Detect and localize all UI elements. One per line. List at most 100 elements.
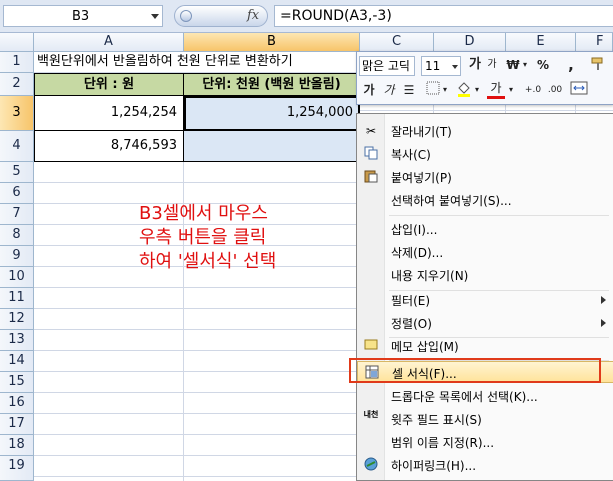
- column-header-b[interactable]: B: [184, 33, 360, 52]
- center-align-icon[interactable]: ☰: [401, 81, 417, 101]
- divider-knob-icon[interactable]: [180, 10, 192, 22]
- menu-item-pick-from-list[interactable]: 드롭다운 목록에서 선택(K)...: [357, 385, 613, 407]
- cell-a4[interactable]: 8,746,593: [34, 131, 184, 162]
- row-header-13[interactable]: 13: [0, 330, 34, 351]
- italic-icon[interactable]: 가: [381, 81, 397, 101]
- menu-item-filter[interactable]: 필터(E): [357, 289, 613, 311]
- menu-item-sort[interactable]: 정렬(O): [357, 312, 613, 334]
- menu-item-label: 하이퍼링크(H)...: [391, 459, 477, 473]
- currency-dropdown-icon[interactable]: ▾: [521, 56, 529, 76]
- menu-item-cut[interactable]: ✂ 잘라내기(T): [357, 120, 613, 142]
- cell-b4[interactable]: [184, 131, 360, 162]
- menu-item-hyperlink[interactable]: 하이퍼링크(H)...: [357, 454, 613, 476]
- format-painter-icon[interactable]: [589, 56, 607, 76]
- phonetic-icon: 내천: [363, 410, 379, 419]
- menu-item-paste-special[interactable]: 선택하여 붙여넣기(S)...: [357, 189, 613, 211]
- column-header-a[interactable]: A: [34, 33, 184, 52]
- instruction-annotation: B3셀에서 마우스 우측 버튼을 클릭 하여 '셀서식' 선택: [139, 202, 276, 274]
- menu-item-label: 내용 지우기(N): [391, 269, 469, 283]
- menu-item-label: 정렬(O): [391, 317, 432, 331]
- highlight-box: [349, 358, 601, 383]
- row-header-7[interactable]: 7: [0, 204, 34, 225]
- hyperlink-icon: [363, 457, 379, 473]
- row-header-5[interactable]: 5: [0, 162, 34, 183]
- merge-center-icon[interactable]: [569, 81, 589, 101]
- cell-b3[interactable]: 1,254,000: [184, 96, 360, 131]
- row-header-18[interactable]: 18: [0, 435, 34, 456]
- menu-item-paste[interactable]: 붙여넣기(P): [357, 166, 613, 188]
- row-header-3[interactable]: 3: [0, 96, 34, 131]
- fill-color-icon[interactable]: [455, 81, 473, 101]
- row-header-17[interactable]: 17: [0, 414, 34, 435]
- menu-item-copy[interactable]: 복사(C): [357, 143, 613, 165]
- cell-a2[interactable]: 단위 : 원: [34, 73, 184, 96]
- row-header-16[interactable]: 16: [0, 393, 34, 414]
- row-header-4[interactable]: 4: [0, 131, 34, 162]
- cell-a1[interactable]: 백원단위에서 반올림하여 천원 단위로 변환하기: [34, 52, 360, 73]
- mini-toolbar: 맑은 고딕 11 가 가 ₩ ▾ % , 가 가 ☰ ▾ ▾ 가 ▾ +.0 .…: [356, 51, 613, 105]
- menu-item-insert-comment[interactable]: 메모 삽입(M): [357, 335, 613, 357]
- row-header-6[interactable]: 6: [0, 183, 34, 204]
- menu-item-label: 삭제(D)...: [391, 246, 444, 260]
- shrink-font-icon[interactable]: 가: [485, 56, 499, 76]
- select-all-corner[interactable]: [0, 33, 34, 52]
- comma-style-icon[interactable]: ,: [563, 56, 579, 76]
- menu-item-label: 복사(C): [391, 148, 431, 162]
- name-box-dropdown-icon[interactable]: [151, 14, 159, 19]
- formula-bar-divider[interactable]: fx: [174, 5, 268, 27]
- row-header-9[interactable]: 9: [0, 246, 34, 267]
- borders-icon[interactable]: [425, 81, 441, 101]
- percent-style-icon[interactable]: %: [535, 56, 551, 76]
- context-menu: ✂ 잘라내기(T) 복사(C) 붙여넣기(P) 선택하여 붙여넣기(S)... …: [356, 113, 613, 481]
- menu-item-insert[interactable]: 삽입(I)...: [357, 218, 613, 240]
- row-header-12[interactable]: 12: [0, 309, 34, 330]
- cell-b2[interactable]: 단위: 천원 (백원 반올림): [184, 73, 360, 96]
- menu-item-label: 잘라내기(T): [391, 125, 452, 139]
- column-header-c[interactable]: C: [360, 33, 434, 52]
- menu-item-label: 필터(E): [391, 294, 431, 308]
- menu-item-show-phonetic[interactable]: 내천 윗주 필드 표시(S): [357, 408, 613, 430]
- insert-function-icon[interactable]: fx: [247, 8, 259, 23]
- formula-input[interactable]: =ROUND(A3,-3): [274, 5, 613, 27]
- menu-separator: [389, 215, 609, 216]
- name-box[interactable]: B3: [3, 5, 163, 27]
- decrease-decimal-icon[interactable]: .00: [545, 81, 565, 101]
- font-name-box[interactable]: 맑은 고딕: [359, 56, 415, 76]
- bold-icon[interactable]: 가: [361, 81, 377, 101]
- column-header-d[interactable]: D: [434, 33, 506, 52]
- submenu-arrow-icon: [601, 296, 606, 304]
- annotation-line-2: 우측 버튼을 클릭: [139, 227, 267, 248]
- menu-item-label: 범위 이름 지정(R)...: [391, 436, 495, 450]
- submenu-arrow-icon: [601, 319, 606, 327]
- row-header-8[interactable]: 8: [0, 225, 34, 246]
- borders-dropdown-icon[interactable]: ▾: [441, 81, 449, 101]
- font-color-icon[interactable]: 가: [487, 79, 505, 99]
- menu-item-delete[interactable]: 삭제(D)...: [357, 241, 613, 263]
- font-size-value: 11: [425, 59, 441, 73]
- currency-format-icon[interactable]: ₩: [505, 56, 521, 76]
- menu-item-label: 선택하여 붙여넣기(S)...: [391, 194, 512, 208]
- menu-item-clear-contents[interactable]: 내용 지우기(N): [357, 264, 613, 286]
- fill-color-dropdown-icon[interactable]: ▾: [473, 81, 481, 101]
- font-size-dropdown-icon[interactable]: [452, 65, 458, 69]
- row-header-15[interactable]: 15: [0, 372, 34, 393]
- row-header-11[interactable]: 11: [0, 288, 34, 309]
- row-header-2[interactable]: 2: [0, 73, 34, 96]
- formula-bar: B3 fx =ROUND(A3,-3): [0, 0, 613, 33]
- font-size-box[interactable]: 11: [421, 56, 461, 76]
- row-header-10[interactable]: 10: [0, 267, 34, 288]
- row-header-14[interactable]: 14: [0, 351, 34, 372]
- increase-decimal-icon[interactable]: +.0: [523, 81, 543, 101]
- column-header-e[interactable]: E: [506, 33, 576, 52]
- menu-item-label: 삽입(I)...: [391, 223, 438, 237]
- paste-icon: [363, 169, 379, 185]
- row-header-1[interactable]: 1: [0, 52, 34, 73]
- column-header-f[interactable]: F: [576, 33, 613, 52]
- row-header-19[interactable]: 19: [0, 456, 34, 481]
- scissors-icon: ✂: [365, 124, 377, 138]
- menu-item-define-name[interactable]: 범위 이름 지정(R)...: [357, 431, 613, 453]
- menu-item-label: 윗주 필드 표시(S): [391, 413, 482, 427]
- font-color-dropdown-icon[interactable]: ▾: [507, 81, 515, 101]
- grow-font-icon[interactable]: 가: [467, 56, 483, 76]
- cell-a3[interactable]: 1,254,254: [34, 96, 184, 131]
